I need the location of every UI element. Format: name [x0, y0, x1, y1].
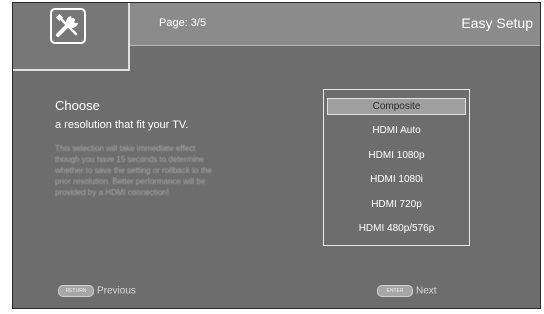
previous-button[interactable]: RETURN Previous — [58, 285, 136, 297]
resolution-options-list: Composite HDMI Auto HDMI 1080p HDMI 1080… — [323, 89, 470, 246]
enter-key-icon: ENTER — [377, 285, 413, 297]
option-hdmi-720p[interactable]: HDMI 720p — [327, 196, 466, 213]
previous-label: Previous — [97, 285, 136, 297]
page-title: Easy Setup — [461, 15, 533, 31]
page-indicator: Page: 3/5 — [159, 17, 207, 29]
description-line: prior resolution. Better performance wil… — [55, 177, 206, 186]
option-hdmi-480p-576p[interactable]: HDMI 480p/576p — [327, 220, 466, 237]
description-line: This selection will take immediate effec… — [55, 144, 196, 153]
wrench-screwdriver-icon — [50, 8, 86, 44]
next-label: Next — [416, 285, 437, 297]
option-hdmi-1080p[interactable]: HDMI 1080p — [327, 147, 466, 164]
option-composite[interactable]: Composite — [327, 98, 466, 115]
next-button[interactable]: ENTER Next — [377, 285, 437, 297]
option-hdmi-1080i[interactable]: HDMI 1080i — [327, 171, 466, 188]
resolution-subtitle: a resolution that fit your TV. — [55, 119, 189, 131]
choose-heading: Choose — [55, 98, 100, 113]
setup-icon-box — [13, 3, 130, 71]
setup-screen: Page: 3/5 Easy Setup Choose a resolution… — [12, 2, 541, 309]
return-key-icon: RETURN — [58, 285, 94, 297]
option-hdmi-auto[interactable]: HDMI Auto — [327, 122, 466, 139]
description-line: provided by a HDMI connection! — [55, 188, 169, 197]
description-line: whether to save the setting or rollback … — [55, 166, 212, 175]
description-text: This selection will take immediate effec… — [55, 143, 295, 198]
description-line: though you have 15 seconds to determine — [55, 155, 204, 164]
